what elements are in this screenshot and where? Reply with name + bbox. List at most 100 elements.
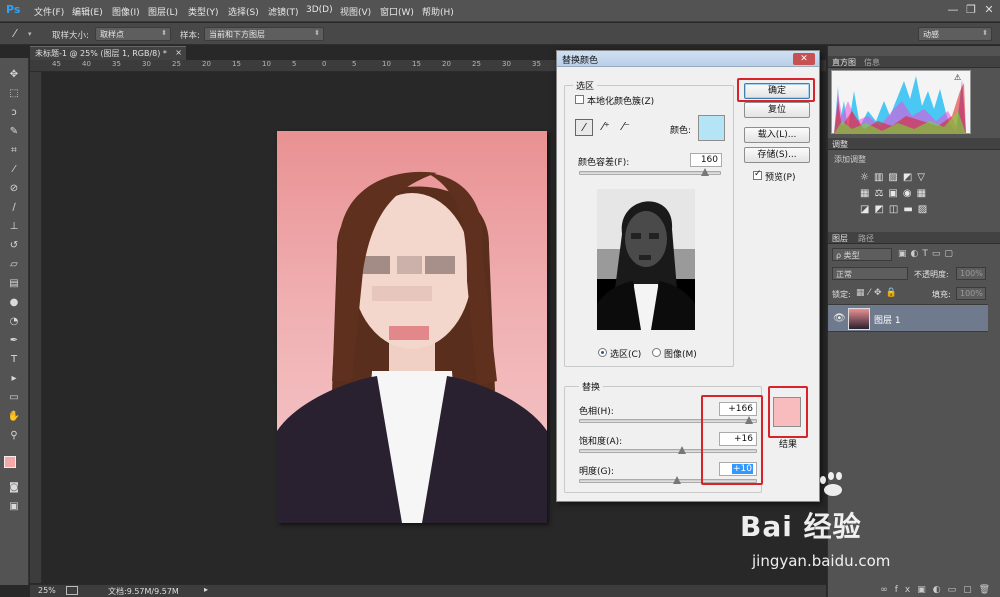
blend-mode-value: 正常 — [836, 270, 852, 279]
eraser-tool-icon[interactable]: ▱ — [6, 258, 22, 272]
healing-tool-icon[interactable]: ⊘ — [6, 182, 22, 196]
foreground-color-swatch[interactable] — [4, 456, 16, 468]
preview-checkbox[interactable] — [753, 169, 762, 180]
lasso-tool-icon[interactable]: ↄ — [6, 106, 22, 120]
mask-preview-illustration — [597, 189, 695, 330]
tab-paths[interactable]: 路径 — [858, 233, 874, 244]
opacity-field[interactable]: 100% — [956, 267, 986, 280]
screen-mode-icon[interactable]: ▣ — [6, 500, 22, 514]
radio-selection[interactable] — [598, 348, 607, 357]
replace-group-title: 替换 — [579, 380, 604, 393]
reset-button[interactable]: 复位 — [744, 102, 810, 118]
sample-label: 样本: — [180, 31, 200, 41]
localized-clusters-label: 本地化颜色簇(Z) — [587, 97, 655, 107]
eyedropper-tool-icon[interactable]: ⁄ — [14, 27, 16, 40]
eyedropper-minus-icon[interactable]: ⁄⁻ — [617, 119, 635, 136]
preview-label: 预览(P) — [765, 173, 796, 183]
eyedropper-icon[interactable]: ⁄ — [575, 119, 593, 136]
menu-window[interactable]: 窗口(W) — [380, 5, 414, 18]
quick-mask-icon[interactable]: ◙ — [6, 481, 22, 495]
dialog-title: 替换颜色 — [562, 56, 599, 66]
marquee-tool-icon[interactable]: ⬚ — [6, 87, 22, 101]
stamp-tool-icon[interactable]: ⊥ — [6, 220, 22, 234]
ruler-tick-label: 10 — [262, 60, 271, 68]
close-tab-icon[interactable]: × — [175, 48, 182, 57]
menu-image[interactable]: 图像(I) — [112, 5, 140, 18]
zoom-level[interactable]: 25% — [38, 586, 56, 595]
ruler-tick-label: 20 — [442, 60, 451, 68]
layer-row[interactable]: 👁 图层 1 — [828, 304, 988, 332]
layer-name[interactable]: 图层 1 — [874, 313, 901, 326]
selection-color-swatch[interactable] — [698, 115, 725, 141]
ruler-tick-label: 35 — [532, 60, 541, 68]
adjustment-icons-grid[interactable]: ☼▥▨◩▽ ▦⚖▣◉▦ ◪◩◫▬▨ — [860, 170, 960, 222]
path-select-tool-icon[interactable]: ▸ — [6, 372, 22, 386]
layers-footer-icons[interactable]: ∞fx▣◐▭▢🗑 — [828, 585, 1000, 595]
crop-tool-icon[interactable]: ⌗ — [6, 144, 22, 158]
warning-icon[interactable]: ⚠ — [954, 73, 964, 82]
menu-file[interactable]: 文件(F) — [34, 5, 64, 18]
blur-tool-icon[interactable]: ● — [6, 296, 22, 310]
blend-mode-select[interactable]: 正常 — [832, 267, 908, 280]
menu-layer[interactable]: 图层(L) — [148, 5, 178, 18]
history-brush-tool-icon[interactable]: ↺ — [6, 239, 22, 253]
lock-icons[interactable]: ▦⁄✥🔒 — [856, 288, 901, 298]
portrait-photo[interactable] — [277, 131, 547, 523]
layer-thumbnail — [848, 308, 870, 330]
hand-tool-icon[interactable]: ✋ — [6, 410, 22, 424]
close-window-button[interactable]: ✕ — [982, 3, 996, 17]
sample-size-select[interactable]: 取样点 ⬍ — [95, 27, 171, 41]
type-tool-icon[interactable]: T — [6, 353, 22, 367]
menu-3d[interactable]: 3D(D) — [306, 5, 333, 15]
zoom-tool-icon[interactable]: ⚲ — [6, 429, 22, 443]
menu-filter[interactable]: 滤镜(T) — [268, 5, 299, 18]
load-button[interactable]: 载入(L)... — [744, 127, 810, 143]
save-button[interactable]: 存储(S)... — [744, 147, 810, 163]
fuzziness-slider-thumb[interactable] — [700, 168, 709, 176]
tool-preset-chevron-icon[interactable]: ▾ — [28, 30, 32, 38]
tools-panel: ✥ ⬚ ↄ ✎ ⌗ ⁄ ⊘ ∕ ⊥ ↺ ▱ ▤ ● ◔ ✒ T ▸ ▭ ✋ ⚲ … — [0, 58, 29, 585]
ruler-tick-label: 25 — [172, 60, 181, 68]
status-menu-arrow-icon[interactable]: ▸ — [204, 585, 208, 594]
quick-select-tool-icon[interactable]: ✎ — [6, 125, 22, 139]
dodge-tool-icon[interactable]: ◔ — [6, 315, 22, 329]
menu-help[interactable]: 帮助(H) — [422, 5, 454, 18]
layer-filter-select[interactable]: ρ 类型 — [832, 248, 892, 261]
menu-edit[interactable]: 编辑(E) — [72, 5, 103, 18]
eyedropper-plus-icon[interactable]: ⁄⁺ — [597, 119, 615, 136]
eyedropper-tool-icon[interactable]: ⁄ — [6, 163, 22, 177]
fill-field[interactable]: 100% — [956, 287, 986, 300]
lightness-slider-thumb[interactable] — [672, 476, 681, 484]
menu-view[interactable]: 视图(V) — [340, 5, 371, 18]
minimize-button[interactable]: — — [946, 3, 960, 17]
menu-select[interactable]: 选择(S) — [228, 5, 259, 18]
menu-type[interactable]: 类型(Y) — [188, 5, 219, 18]
radio-image[interactable] — [652, 348, 661, 357]
paw-icon — [820, 472, 842, 496]
baidu-paw-logo — [745, 468, 845, 508]
ruler-tick-label: 10 — [382, 60, 391, 68]
workspace-select[interactable]: 动感 ⬍ — [918, 27, 992, 41]
tab-histogram[interactable]: 直方图 — [832, 57, 856, 68]
ruler-tick-label: 35 — [112, 60, 121, 68]
gradient-tool-icon[interactable]: ▤ — [6, 277, 22, 291]
eye-icon[interactable]: 👁 — [833, 313, 846, 324]
fuzziness-slider[interactable] — [579, 168, 721, 176]
tab-adjustments[interactable]: 调整 — [832, 139, 848, 150]
tab-info[interactable]: 信息 — [864, 57, 880, 68]
pen-tool-icon[interactable]: ✒ — [6, 334, 22, 348]
saturation-slider-thumb[interactable] — [678, 446, 687, 454]
tab-layers[interactable]: 图层 — [832, 233, 848, 244]
fill-label: 填充: — [932, 290, 951, 299]
move-tool-icon[interactable]: ✥ — [6, 68, 22, 82]
document-tab[interactable]: 未标题-1 @ 25% (图层 1, RGB/8) * × — [30, 46, 186, 60]
localized-clusters-checkbox[interactable] — [575, 95, 584, 104]
restore-button[interactable]: ❐ — [964, 3, 978, 17]
watermark-brand: Bai 经验 — [740, 510, 862, 543]
sample-select[interactable]: 当前和下方图层 ⬍ — [204, 27, 324, 41]
layer-filter-icons[interactable]: ▣◐T▭▢ — [898, 249, 957, 259]
shape-tool-icon[interactable]: ▭ — [6, 391, 22, 405]
brush-tool-icon[interactable]: ∕ — [6, 201, 22, 215]
dialog-close-button[interactable]: ✕ — [793, 53, 815, 65]
fuzziness-field[interactable]: 160 — [690, 153, 722, 167]
